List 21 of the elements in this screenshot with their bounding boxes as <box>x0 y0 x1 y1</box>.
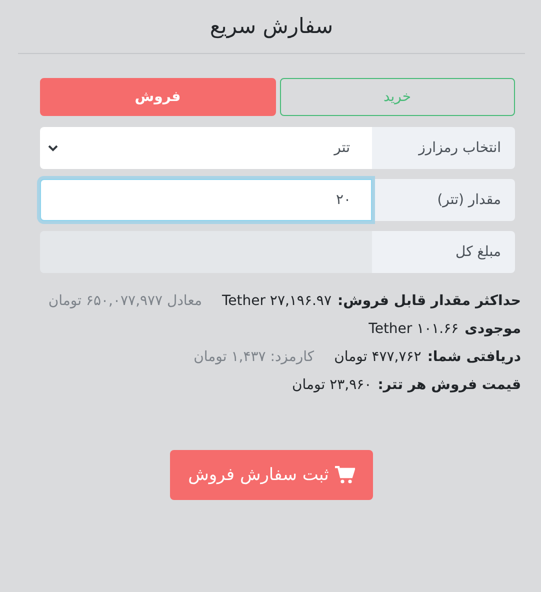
info-note: معادل ۶۵۰,۰۷۷,۹۷۷ تومان <box>48 293 202 309</box>
info-value: Tether ۲۷,۱۹۶.۹۷ <box>222 293 332 309</box>
amount-input[interactable]: ۲۰ <box>40 179 372 221</box>
info-label: قیمت فروش هر تتر: <box>378 377 521 393</box>
currency-select[interactable]: تتر <box>40 127 372 169</box>
field-label: مقدار (تتر) <box>372 179 515 221</box>
order-type-tab[interactable]: فروش <box>40 78 276 116</box>
submit-order-button[interactable]: ثبت سفارش فروش <box>170 450 373 500</box>
info-value: ۴۷۷,۷۶۲ تومان <box>334 349 422 365</box>
panel-title: سفارش سریع <box>210 14 334 38</box>
info-label: حداکثر مقدار قابل فروش: <box>337 293 521 309</box>
info-value: ۲۳,۹۶۰ تومان <box>292 377 372 393</box>
info-value: Tether ۱۰۱.۶۶ <box>368 321 459 337</box>
field-label: مبلغ کل <box>372 231 515 273</box>
info-label: دریافتی شما: <box>427 349 521 365</box>
info-note: کارمزد: ۱,۴۳۷ تومان <box>194 349 314 365</box>
chevron-down-icon <box>48 144 58 152</box>
order-type-tab[interactable]: خرید <box>280 78 515 116</box>
field-label: انتخاب رمزارز <box>372 127 515 169</box>
cart-icon <box>334 466 355 484</box>
info-label: موجودی <box>464 321 521 337</box>
